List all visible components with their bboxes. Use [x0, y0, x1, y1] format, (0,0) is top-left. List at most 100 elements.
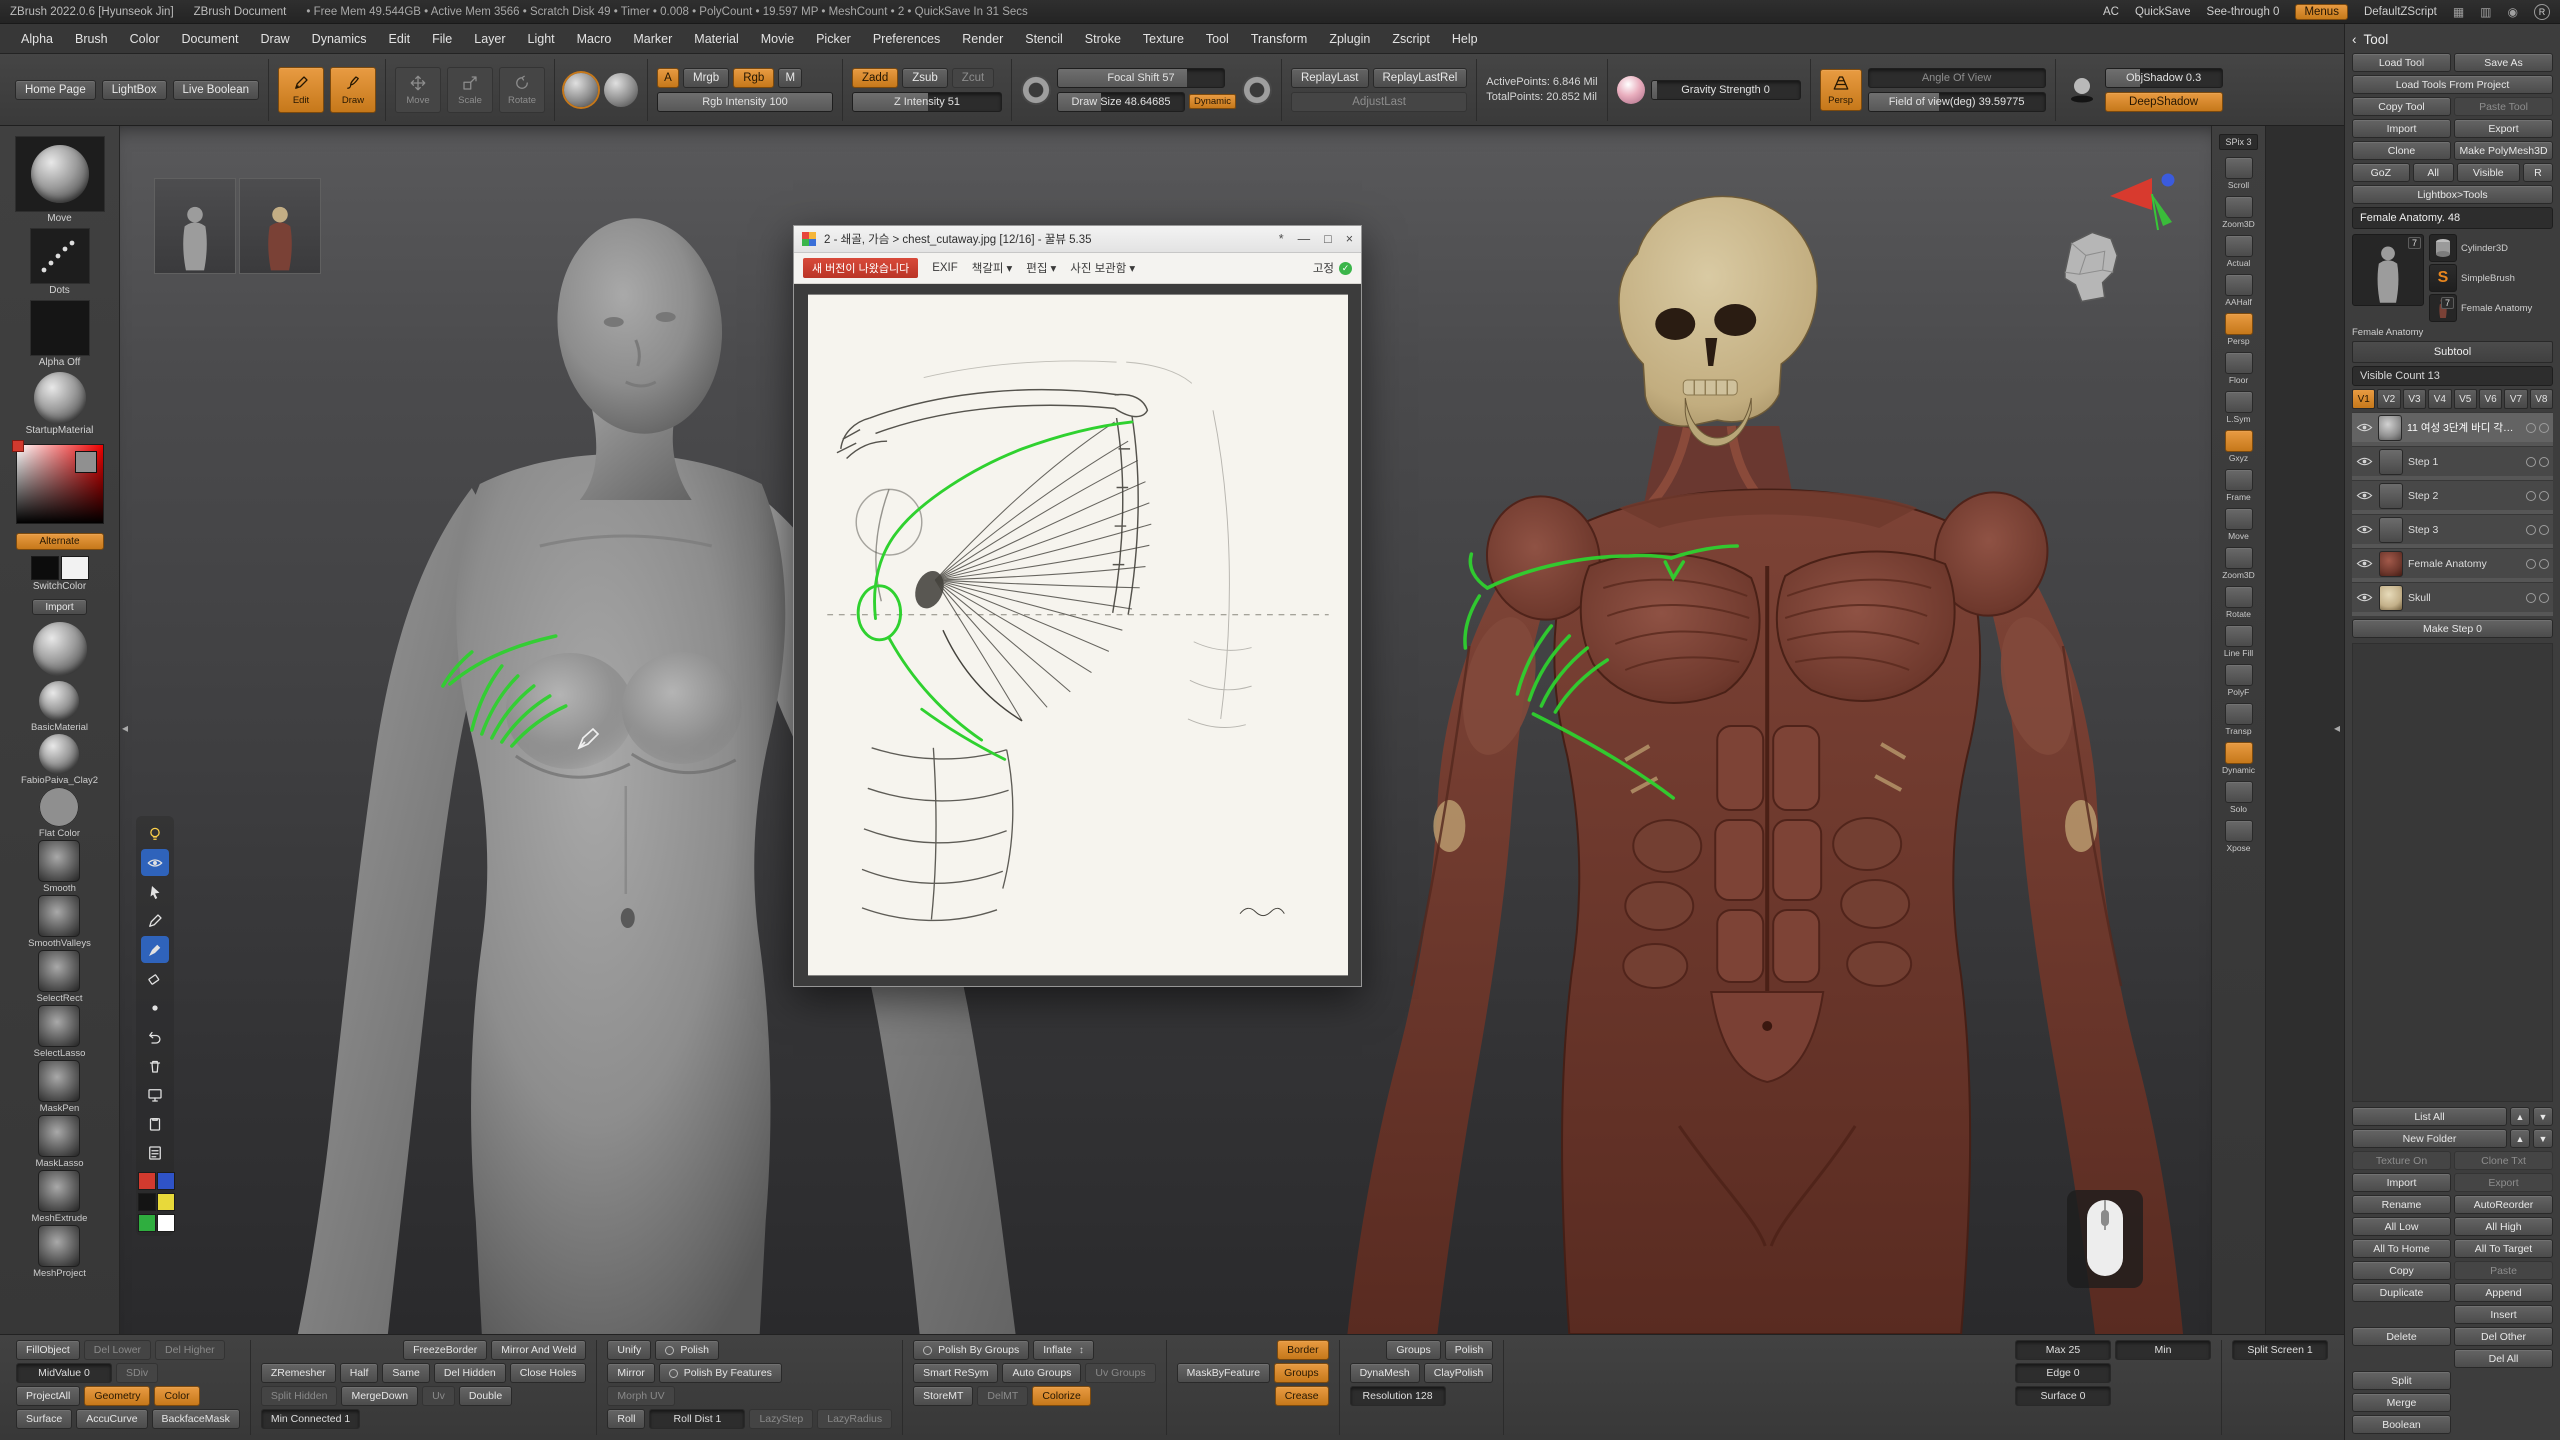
focal-shift-slider[interactable]: Focal Shift 57: [1057, 68, 1225, 88]
right-tray-collapse-arrow[interactable]: ◂: [2334, 721, 2340, 735]
bottom-button[interactable]: DelMT: [977, 1386, 1028, 1406]
bottom-button[interactable]: Colorize: [1032, 1386, 1091, 1406]
bottom-button[interactable]: ZRemesher: [261, 1363, 336, 1383]
bottom-button[interactable]: FillObject: [16, 1340, 80, 1360]
bottom-button[interactable]: Mirror: [607, 1363, 654, 1383]
right-shelf-button[interactable]: Zoom3D: [2215, 194, 2263, 231]
export-button[interactable]: Export: [2454, 119, 2553, 138]
zcut-button[interactable]: Zcut: [952, 68, 994, 88]
texture-map-button[interactable]: Texture On: [2352, 1151, 2451, 1170]
default-zscript-button[interactable]: DefaultZScript: [2364, 6, 2437, 18]
bottom-button[interactable]: Del Hidden: [434, 1363, 506, 1383]
subtool-row[interactable]: Skull: [2352, 582, 2553, 616]
eye-icon[interactable]: [2356, 558, 2374, 569]
visibility-eye-icon[interactable]: [141, 849, 169, 876]
subtool-action-button[interactable]: AutoReorder: [2454, 1195, 2553, 1214]
menu-item[interactable]: Stroke: [1074, 24, 1132, 54]
bottom-button[interactable]: FreezeBorder: [403, 1340, 487, 1360]
trash-icon[interactable]: [141, 1052, 169, 1079]
persp-button[interactable]: Persp: [1820, 69, 1862, 111]
current-color-sphere[interactable]: [33, 622, 87, 676]
menu-item[interactable]: Movie: [750, 24, 805, 54]
viewer-minimize-icon[interactable]: —: [1298, 232, 1311, 246]
thumbnail-gray-figure[interactable]: [154, 178, 236, 274]
bottom-button[interactable]: StoreMT: [913, 1386, 973, 1406]
cylinder3d-thumbnail[interactable]: [2429, 234, 2457, 262]
lightbox-tools-button[interactable]: Lightbox>Tools: [2352, 185, 2553, 204]
quick-item[interactable]: Flat Color: [39, 787, 80, 839]
bottom-button[interactable]: AccuCurve: [76, 1409, 147, 1429]
quick-item[interactable]: BasicMaterial: [31, 681, 88, 733]
eye-icon[interactable]: [2356, 524, 2374, 535]
brush-selector[interactable]: [15, 136, 105, 212]
bottom-button[interactable]: LazyRadius: [817, 1409, 892, 1429]
thumbnail-ecorche-figure[interactable]: [239, 178, 321, 274]
subtool-action-button[interactable]: Insert: [2454, 1305, 2553, 1324]
draw-size-slider[interactable]: Draw Size 48.64685: [1057, 92, 1185, 112]
draw-size-dial-icon[interactable]: [1242, 75, 1272, 105]
bottom-button[interactable]: LazyStep: [749, 1409, 813, 1429]
bottom-button[interactable]: Split Hidden: [261, 1386, 338, 1406]
rgb-button[interactable]: Rgb: [733, 68, 774, 88]
obj-shadow-slider[interactable]: ObjShadow 0.3: [2105, 68, 2223, 88]
zsub-button[interactable]: Zsub: [902, 68, 948, 88]
left-tray-collapse-arrow[interactable]: ◂: [122, 721, 128, 735]
z-intensity-slider[interactable]: Z Intensity 51: [852, 92, 1002, 112]
bulb-icon[interactable]: [141, 820, 169, 847]
menu-item[interactable]: Macro: [566, 24, 623, 54]
zadd-button[interactable]: Zadd: [852, 68, 898, 88]
panel-collapse-icon[interactable]: ‹: [2352, 32, 2357, 47]
sculpt-viewport[interactable]: ◂ 2 - 쇄골, 가슴 > chest_cutaway.jpg [12/16]…: [120, 126, 2211, 1334]
palette-swatch[interactable]: [138, 1193, 156, 1211]
gravity-strength-slider[interactable]: Gravity Strength 0: [1651, 80, 1801, 100]
right-shelf-button[interactable]: Xpose: [2215, 818, 2263, 855]
current-material-sphere[interactable]: [564, 73, 598, 107]
menu-item[interactable]: Marker: [622, 24, 683, 54]
visible-count-slider[interactable]: Visible Count 13: [2352, 366, 2553, 386]
bottom-button[interactable]: Half: [340, 1363, 379, 1383]
bottom-button[interactable]: Min Connected 1: [261, 1409, 360, 1429]
draw-button[interactable]: Draw: [330, 67, 376, 113]
menu-item[interactable]: Tool: [1195, 24, 1240, 54]
texture-map-button[interactable]: Export: [2454, 1173, 2553, 1192]
make-polymesh3d-button[interactable]: Make PolyMesh3D: [2454, 141, 2553, 160]
deep-shadow-button[interactable]: DeepShadow: [2105, 92, 2223, 112]
palette-swatch[interactable]: [138, 1214, 156, 1232]
bottom-button[interactable]: Smart ReSym: [913, 1363, 998, 1383]
active-tool-thumbnail[interactable]: 7: [2352, 234, 2424, 306]
bottom-button[interactable]: Roll Dist 1: [649, 1409, 745, 1429]
stroke-selector[interactable]: [30, 228, 90, 284]
quick-item[interactable]: SelectRect: [37, 950, 83, 1004]
right-shelf-button[interactable]: Solo: [2215, 779, 2263, 816]
alternate-button[interactable]: Alternate: [16, 533, 104, 550]
pen-icon[interactable]: [141, 907, 169, 934]
subtool-action-button[interactable]: Del All: [2454, 1349, 2553, 1368]
subtool-row[interactable]: Step 3: [2352, 514, 2553, 548]
right-shelf-button[interactable]: Line Fill: [2215, 623, 2263, 660]
m-button[interactable]: M: [778, 68, 802, 88]
mrgb-button[interactable]: Mrgb: [683, 68, 729, 88]
bottom-button[interactable]: Mirror And Weld: [491, 1340, 586, 1360]
subtool-toggle-icons[interactable]: [2526, 491, 2549, 501]
right-shelf-button[interactable]: Transp: [2215, 701, 2263, 738]
menu-item[interactable]: Draw: [250, 24, 301, 54]
menu-item[interactable]: Zscript: [1381, 24, 1441, 54]
edit-button[interactable]: Edit: [278, 67, 324, 113]
angle-of-view-slider[interactable]: Angle Of View: [1868, 68, 2046, 88]
paste-tool-button[interactable]: Paste Tool: [2454, 97, 2553, 116]
viewer-library-menu[interactable]: 사진 보관함▾: [1070, 260, 1135, 276]
menus-button[interactable]: Menus: [2295, 4, 2348, 20]
subtool-tab[interactable]: V2: [2377, 389, 2400, 409]
right-shelf-button[interactable]: Actual: [2215, 233, 2263, 270]
menu-item[interactable]: Light: [517, 24, 566, 54]
quick-item[interactable]: MaskPen: [38, 1060, 80, 1114]
alpha-selector[interactable]: [30, 300, 90, 356]
viewer-close-icon[interactable]: ×: [1346, 232, 1353, 246]
rotate-gizmo-button[interactable]: Rotate: [499, 67, 545, 113]
import-texture-button[interactable]: Import: [32, 599, 86, 615]
bottom-button[interactable]: Polish By Groups: [913, 1340, 1029, 1360]
notes-icon[interactable]: [141, 1139, 169, 1166]
eye-icon[interactable]: [2356, 490, 2374, 501]
see-through-slider[interactable]: See-through 0: [2207, 6, 2280, 18]
bottom-button[interactable]: Del Higher: [155, 1340, 225, 1360]
